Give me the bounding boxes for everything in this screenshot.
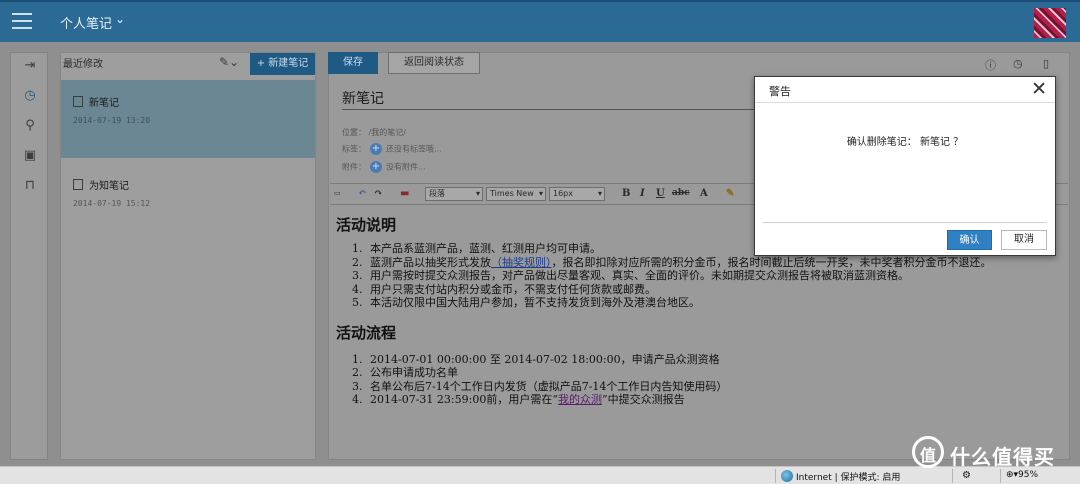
note-date: 2014-07-19 15:12 (73, 199, 151, 208)
avatar[interactable] (1034, 8, 1066, 38)
list-item[interactable]: 为知笔记 2014-07-19 15:12 (61, 163, 315, 241)
font-size-select[interactable]: 16px (549, 187, 605, 201)
heading-activity-process: 活动流程 (336, 323, 397, 342)
globe-icon (781, 470, 793, 482)
list-item: 用户只需支付站内积分或金币，不需支付任何货款或邮费。 (366, 283, 1056, 297)
lottery-rules-link[interactable]: （抽奖规则） (491, 256, 552, 269)
tags-placeholder[interactable]: 还没有标签哦... (386, 145, 442, 154)
italic-button[interactable]: I (640, 188, 645, 199)
strikethrough-button[interactable]: abc (672, 188, 690, 198)
bookmark-icon[interactable]: ⊓ (21, 177, 39, 195)
menu-icon[interactable] (12, 13, 32, 29)
security-zone[interactable]: Internet | 保护模式: 启用 (796, 470, 900, 483)
tags-label: 标签： (342, 144, 366, 154)
list-item: 名单公布后7-14个工作日内发货（虚拟产品7-14个工作日内告知使用码） (366, 380, 1056, 394)
watermark-logo (912, 436, 944, 468)
redo-icon[interactable]: ↷ (374, 188, 382, 199)
list-item: 2014-07-31 23:59:00前，用户需在“我的众测”中提交众测报告 (366, 393, 1056, 407)
note-date: 2014-07-19 13:20 (73, 116, 151, 125)
new-note-button[interactable]: + 新建笔记 (250, 53, 315, 75)
note-icon (73, 96, 83, 107)
paragraph-select[interactable]: 段落 (425, 187, 483, 201)
info-icon[interactable]: ⓘ (985, 57, 996, 73)
tags-row: 标签： + 还没有标签哦... (342, 143, 442, 155)
add-tag-icon[interactable]: + (370, 143, 382, 155)
notebook-title[interactable]: 个人笔记 (60, 13, 112, 32)
delete-confirm-dialog: 警告 ✕ 确认删除笔记： 新笔记 ？ 确认 取消 (754, 76, 1056, 256)
underline-button[interactable]: U (656, 188, 665, 199)
note-list-panel: 最近修改 ✎⌄ + 新建笔记 新笔记 2014-07-19 13:20 为知笔记… (60, 52, 316, 460)
list-item[interactable]: 新笔记 2014-07-19 13:20 (61, 80, 315, 158)
list-item: 2014-07-01 00:00:00 至 2014-07-02 18:00:0… (366, 353, 1056, 367)
chevron-down-icon[interactable]: ⌄ (115, 12, 125, 26)
close-icon[interactable]: ✕ (1031, 78, 1047, 100)
process-list: 2014-07-01 00:00:00 至 2014-07-02 18:00:0… (366, 353, 1056, 407)
dialog-message: 确认删除笔记： 新笔记 ？ (846, 137, 964, 148)
back-to-read-button[interactable]: 返回阅读状态 (388, 52, 480, 74)
undo-icon[interactable]: ↶ (358, 188, 366, 199)
my-tests-link[interactable]: 我的众测 (558, 393, 602, 406)
cancel-button[interactable]: 取消 (1001, 230, 1047, 250)
location-text: 位置： /我的笔记/ (342, 128, 406, 137)
divider (763, 222, 1047, 223)
location-row: 位置： /我的笔记/ (342, 127, 406, 138)
font-color-button[interactable]: A (700, 188, 708, 199)
image-icon[interactable]: ▬ (400, 188, 409, 199)
confirm-button[interactable]: 确认 (947, 230, 992, 250)
font-select[interactable]: Times New (486, 187, 546, 201)
add-attachment-icon[interactable]: + (370, 161, 382, 173)
clock-icon[interactable]: ◷ (21, 87, 39, 105)
search-icon[interactable]: ⚲ (21, 117, 39, 135)
recent-label: 最近修改 (63, 59, 103, 70)
list-item: 用户需按时提交众测报告，对产品做出尽量客观、真实、全面的评价。未如期提交众测报告… (366, 269, 1056, 283)
left-nav: ⇥ ◷ ⚲ ▣ ⊓ (10, 52, 48, 460)
notebook-icon[interactable]: ▣ (21, 147, 39, 165)
trash-icon[interactable]: ▯ (1043, 57, 1049, 70)
bold-button[interactable]: B (622, 188, 630, 199)
list-item: 本活动仅限中国大陆用户参加，暂不支持发货到海外及港澳台地区。 (366, 296, 1056, 310)
attachments-placeholder[interactable]: 没有附件... (386, 163, 426, 172)
note-title: 新笔记 (89, 98, 119, 109)
app-header: 个人笔记 ⌄ (0, 0, 1080, 42)
edit-icon[interactable]: ✎⌄ (219, 55, 239, 69)
attachments-row: 附件： + 没有附件... (342, 161, 426, 173)
note-title: 为知笔记 (89, 181, 129, 192)
source-icon[interactable]: ▭ (334, 188, 341, 197)
note-title-input[interactable]: 新笔记 (342, 88, 782, 110)
note-icon (73, 179, 83, 190)
attachments-label: 附件： (342, 162, 366, 172)
list-item: 公布申请成功名单 (366, 366, 1056, 380)
list-item: 蓝测产品以抽奖形式发放（抽奖规则），报名即扣除对应所需的积分金币，报名时间截止后… (366, 256, 1056, 270)
dialog-title: 警告 (769, 85, 791, 98)
watermark: 什么值得买 (912, 436, 1072, 472)
dialog-header: 警告 ✕ (755, 77, 1055, 103)
history-icon[interactable]: ◷ (1013, 57, 1023, 70)
collapse-icon[interactable]: ⇥ (21, 57, 39, 75)
highlight-icon[interactable]: ✎ (726, 188, 734, 199)
divider (775, 469, 776, 483)
watermark-text: 什么值得买 (950, 445, 1055, 469)
save-button[interactable]: 保存 (328, 52, 378, 74)
